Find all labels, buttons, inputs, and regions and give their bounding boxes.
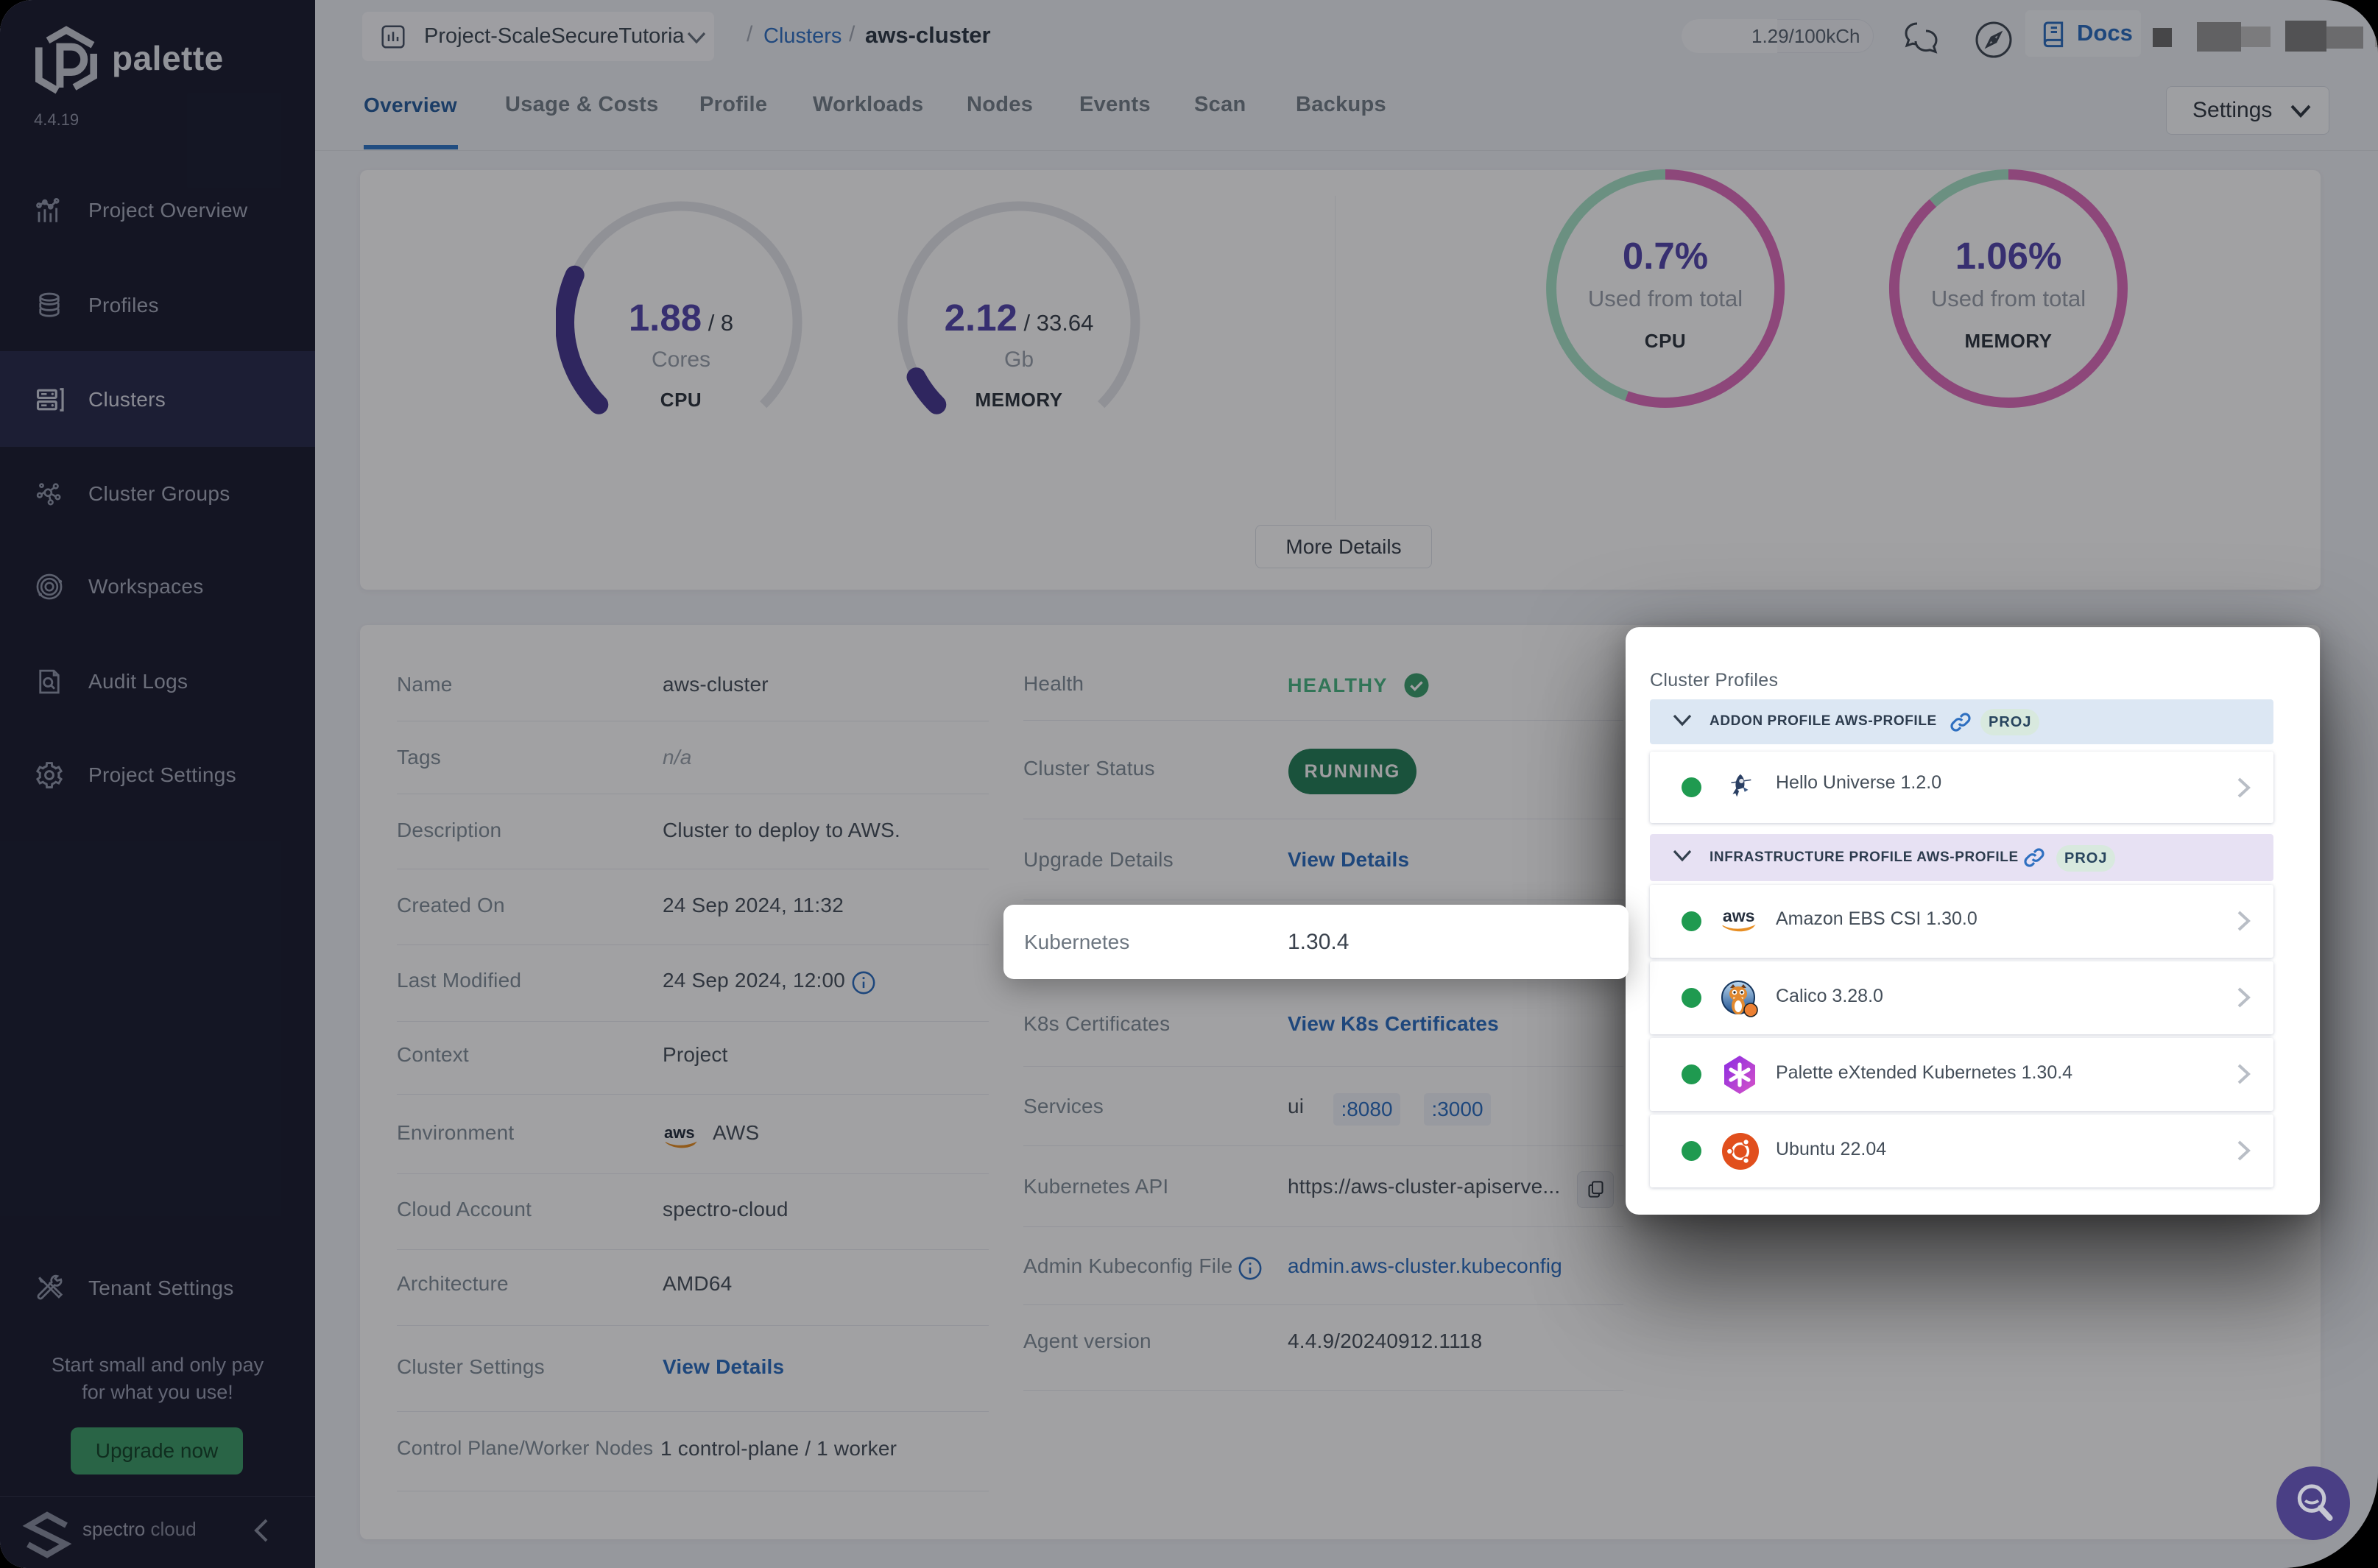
svg-text:aws: aws xyxy=(1723,906,1755,925)
